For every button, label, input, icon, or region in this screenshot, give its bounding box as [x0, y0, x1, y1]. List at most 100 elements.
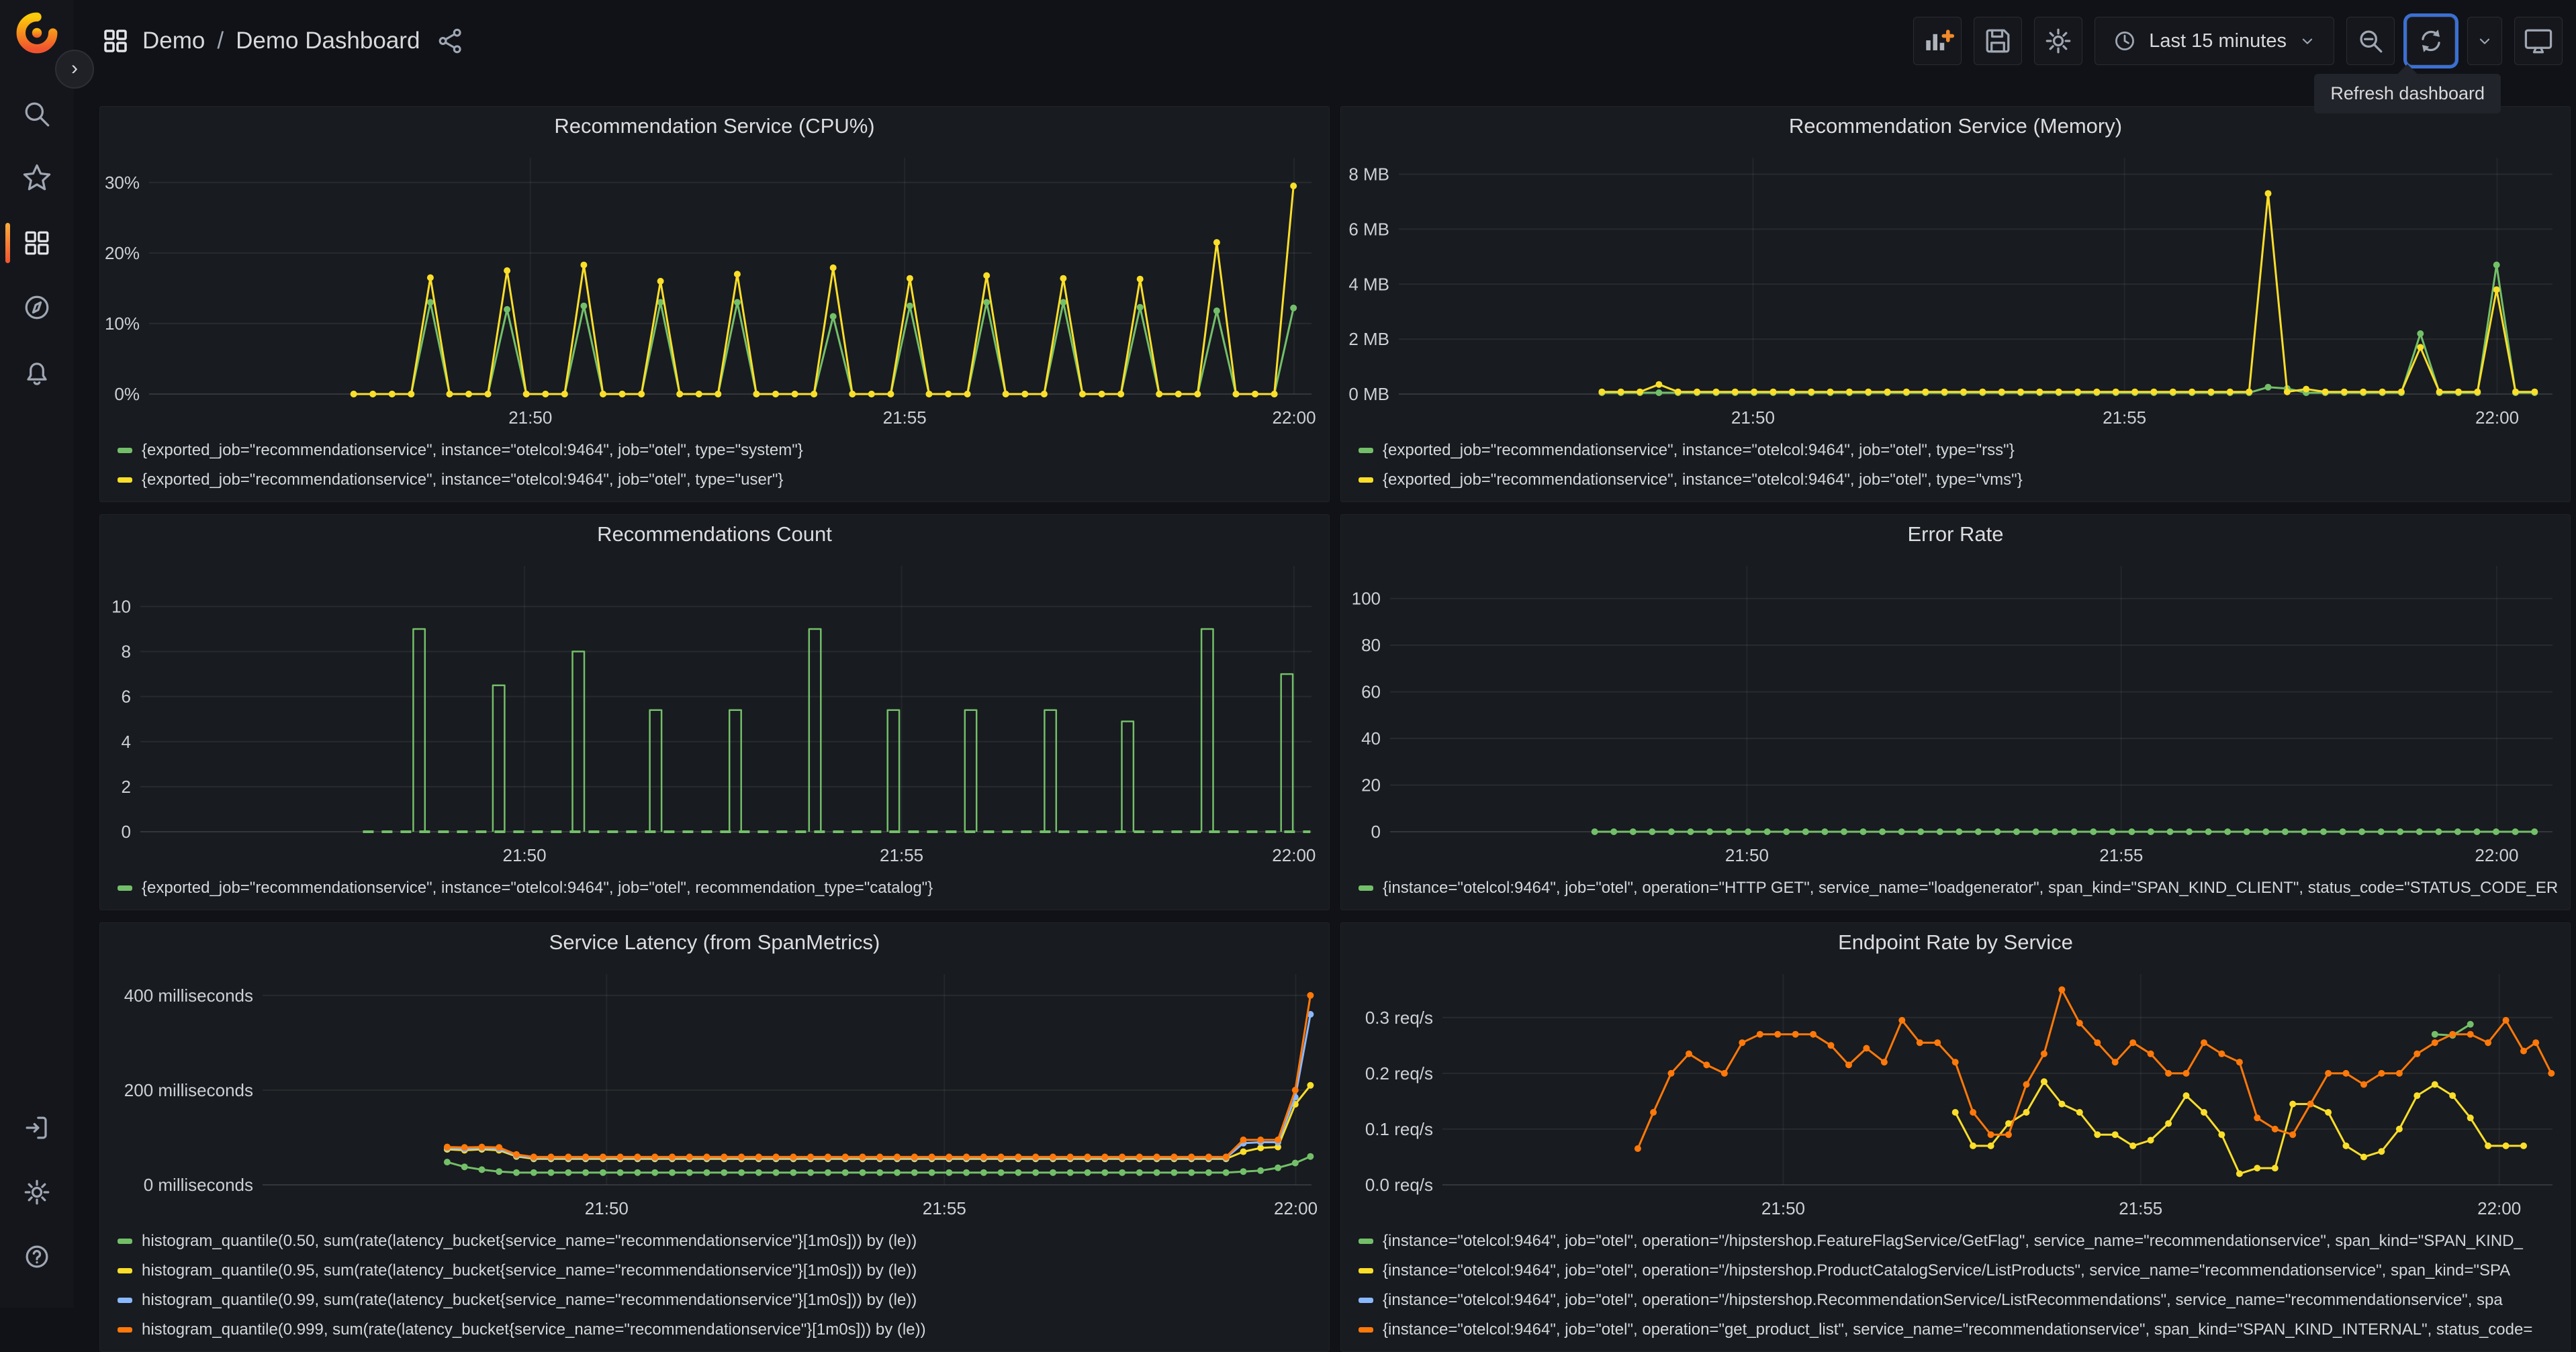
svg-text:21:55: 21:55 — [923, 1198, 966, 1218]
chevron-down-icon — [2296, 30, 2319, 52]
legend-swatch — [118, 1239, 132, 1244]
legend-item[interactable]: {exported_job="recommendationservice", i… — [118, 873, 1322, 903]
svg-text:21:55: 21:55 — [2119, 1198, 2162, 1218]
legend-label: {exported_job="recommendationservice", i… — [142, 441, 803, 460]
svg-text:22:00: 22:00 — [2475, 845, 2518, 865]
chart-area[interactable]: 0 MB2 MB4 MB6 MB8 MB21:5021:5522:00 — [1341, 146, 2570, 434]
panel-legend: {exported_job="recommendationservice", i… — [100, 872, 1329, 910]
sidebar-item-starred[interactable] — [0, 153, 74, 204]
sidebar-item-explore[interactable] — [0, 282, 74, 333]
svg-text:40: 40 — [1361, 728, 1381, 749]
legend-item[interactable]: {instance="otelcol:9464", job="otel", op… — [1359, 1226, 2563, 1256]
count-chart[interactable]: 024681021:5021:5522:00 — [100, 554, 1329, 872]
sidebar-toggle-button[interactable]: › — [55, 50, 94, 89]
legend-swatch — [1359, 477, 1373, 483]
save-icon — [1980, 23, 2015, 58]
legend-item[interactable]: histogram_quantile(0.99, sum(rate(latenc… — [118, 1286, 1322, 1315]
legend-item[interactable]: histogram_quantile(0.95, sum(rate(latenc… — [118, 1256, 1322, 1286]
add-panel-icon — [1920, 23, 1955, 58]
zoom-out-button[interactable] — [2346, 17, 2395, 65]
legend-item[interactable]: histogram_quantile(0.999, sum(rate(laten… — [118, 1315, 1322, 1345]
svg-text:60: 60 — [1361, 682, 1381, 702]
legend-swatch — [1359, 1298, 1373, 1303]
apps-grid-icon — [101, 26, 130, 56]
dashboard-grid: Recommendation Service (CPU%) 0%10%20%30… — [74, 82, 2576, 1352]
chart-area[interactable]: 0 milliseconds200 milliseconds400 millis… — [100, 962, 1329, 1225]
panel-endpoint-rate: Endpoint Rate by Service 0.0 req/s0.1 re… — [1340, 922, 2571, 1352]
legend-swatch — [1359, 448, 1373, 453]
sidebar-item-help[interactable] — [0, 1231, 74, 1282]
svg-text:22:00: 22:00 — [2475, 407, 2519, 428]
time-range-label: Last 15 minutes — [2149, 30, 2287, 52]
svg-text:6 MB: 6 MB — [1348, 220, 1389, 240]
panel-title[interactable]: Endpoint Rate by Service — [1341, 923, 2570, 962]
panel-title[interactable]: Service Latency (from SpanMetrics) — [100, 923, 1329, 962]
memory-chart[interactable]: 0 MB2 MB4 MB6 MB8 MB21:5021:5522:00 — [1341, 146, 2570, 434]
dashboard-settings-button[interactable] — [2034, 17, 2082, 65]
svg-text:21:55: 21:55 — [883, 407, 927, 428]
panel-legend: {instance="otelcol:9464", job="otel", op… — [1341, 1225, 2570, 1351]
legend-label: {exported_job="recommendationservice", i… — [142, 879, 933, 898]
svg-text:2 MB: 2 MB — [1348, 329, 1389, 349]
svg-text:8: 8 — [122, 642, 131, 662]
chart-area[interactable]: 0.0 req/s0.1 req/s0.2 req/s0.3 req/s21:5… — [1341, 962, 2570, 1225]
legend-label: {exported_job="recommendationservice", i… — [1383, 471, 2023, 489]
gear-icon — [19, 1175, 54, 1210]
share-icon[interactable] — [436, 26, 465, 56]
breadcrumb-folder[interactable]: Demo — [142, 28, 205, 54]
refresh-button[interactable] — [2407, 17, 2455, 65]
save-dashboard-button[interactable] — [1974, 17, 2022, 65]
grafana-logo[interactable] — [15, 11, 59, 55]
chart-area[interactable]: 0%10%20%30%21:5021:5522:00 — [100, 146, 1329, 434]
endpoint-rate-chart[interactable]: 0.0 req/s0.1 req/s0.2 req/s0.3 req/s21:5… — [1341, 962, 2570, 1225]
breadcrumb-separator: / — [217, 28, 224, 54]
legend-swatch — [118, 1327, 132, 1333]
svg-text:6: 6 — [122, 687, 131, 707]
breadcrumb: Demo / Demo Dashboard — [101, 26, 465, 56]
legend-item[interactable]: {exported_job="recommendationservice", i… — [1359, 436, 2563, 465]
breadcrumb-title: Demo Dashboard — [236, 28, 420, 54]
panel-title[interactable]: Error Rate — [1341, 515, 2570, 554]
sidebar-item-search[interactable] — [0, 89, 74, 140]
legend-label: histogram_quantile(0.50, sum(rate(latenc… — [142, 1232, 917, 1251]
sidebar-item-dashboards[interactable] — [0, 218, 74, 269]
legend-label: {instance="otelcol:9464", job="otel", op… — [1383, 879, 2558, 898]
legend-item[interactable]: histogram_quantile(0.50, sum(rate(latenc… — [118, 1226, 1322, 1256]
svg-text:200 milliseconds: 200 milliseconds — [124, 1080, 253, 1100]
panel-legend: histogram_quantile(0.50, sum(rate(latenc… — [100, 1225, 1329, 1351]
panel-title[interactable]: Recommendations Count — [100, 515, 1329, 554]
panel-recommendation-cpu: Recommendation Service (CPU%) 0%10%20%30… — [99, 106, 1330, 502]
latency-chart[interactable]: 0 milliseconds200 milliseconds400 millis… — [100, 962, 1329, 1225]
cpu-chart[interactable]: 0%10%20%30%21:5021:5522:00 — [100, 146, 1329, 434]
sidebar-item-sign-in[interactable] — [0, 1102, 74, 1153]
chart-area[interactable]: 02040608010021:5021:5522:00 — [1341, 554, 2570, 872]
legend-item[interactable]: {exported_job="recommendationservice", i… — [118, 465, 1322, 495]
panel-error-rate: Error Rate 02040608010021:5021:5522:00 {… — [1340, 514, 2571, 910]
legend-item[interactable]: {exported_job="recommendationservice", i… — [118, 436, 1322, 465]
add-panel-button[interactable] — [1913, 17, 1962, 65]
svg-text:22:00: 22:00 — [1272, 407, 1316, 428]
chart-area[interactable]: 024681021:5021:5522:00 — [100, 554, 1329, 872]
time-range-picker[interactable]: Last 15 minutes — [2095, 17, 2334, 65]
legend-item[interactable]: {instance="otelcol:9464", job="otel", op… — [1359, 873, 2563, 903]
refresh-interval-button[interactable] — [2467, 17, 2502, 65]
legend-item[interactable]: {exported_job="recommendationservice", i… — [1359, 465, 2563, 495]
legend-item[interactable]: {instance="otelcol:9464", job="otel", op… — [1359, 1286, 2563, 1315]
legend-label: {instance="otelcol:9464", job="otel", op… — [1383, 1320, 2532, 1339]
sidebar-item-alerting[interactable] — [0, 346, 74, 397]
panel-title[interactable]: Recommendation Service (CPU%) — [100, 107, 1329, 146]
cycle-view-mode-button[interactable] — [2514, 17, 2563, 65]
svg-text:0.0 req/s: 0.0 req/s — [1365, 1175, 1433, 1195]
svg-text:400 milliseconds: 400 milliseconds — [124, 985, 253, 1006]
legend-item[interactable]: {instance="otelcol:9464", job="otel", op… — [1359, 1256, 2563, 1286]
svg-text:22:00: 22:00 — [1274, 1198, 1318, 1218]
star-icon — [19, 161, 54, 196]
legend-label: {exported_job="recommendationservice", i… — [142, 471, 783, 489]
sidebar-item-configuration[interactable] — [0, 1167, 74, 1218]
legend-item[interactable]: {instance="otelcol:9464", job="otel", op… — [1359, 1315, 2563, 1345]
refresh-icon — [2413, 23, 2448, 58]
legend-label: {instance="otelcol:9464", job="otel", op… — [1383, 1291, 2503, 1310]
sign-in-icon — [19, 1110, 54, 1145]
error-rate-chart[interactable]: 02040608010021:5021:5522:00 — [1341, 554, 2570, 872]
svg-text:21:50: 21:50 — [585, 1198, 629, 1218]
